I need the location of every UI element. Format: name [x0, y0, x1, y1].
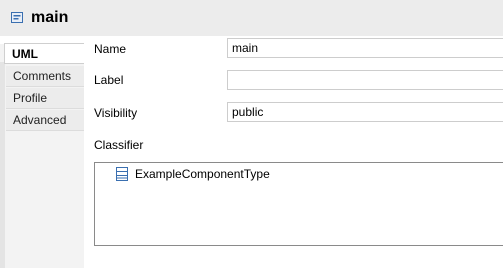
visibility-label: Visibility	[94, 106, 138, 120]
tab-uml[interactable]: UML	[4, 43, 84, 64]
property-icon	[11, 12, 23, 23]
page-title: main	[31, 9, 69, 26]
tab-profile[interactable]: Profile	[6, 88, 84, 109]
tab-comments[interactable]: Comments	[6, 66, 84, 87]
classifier-list[interactable]: ExampleComponentType	[94, 162, 503, 246]
name-label: Name	[94, 42, 127, 56]
visibility-field[interactable]	[227, 102, 503, 122]
component-type-icon	[116, 167, 128, 181]
label-field[interactable]	[227, 70, 503, 90]
properties-header: main	[0, 0, 503, 36]
label-label: Label	[94, 73, 124, 87]
classifier-label: Classifier	[94, 138, 144, 152]
name-field[interactable]	[227, 38, 503, 58]
tab-strip-edge	[0, 62, 5, 268]
list-item[interactable]: ExampleComponentType	[115, 166, 270, 182]
classifier-item-label: ExampleComponentType	[135, 167, 270, 181]
tab-advanced[interactable]: Advanced	[6, 110, 84, 131]
